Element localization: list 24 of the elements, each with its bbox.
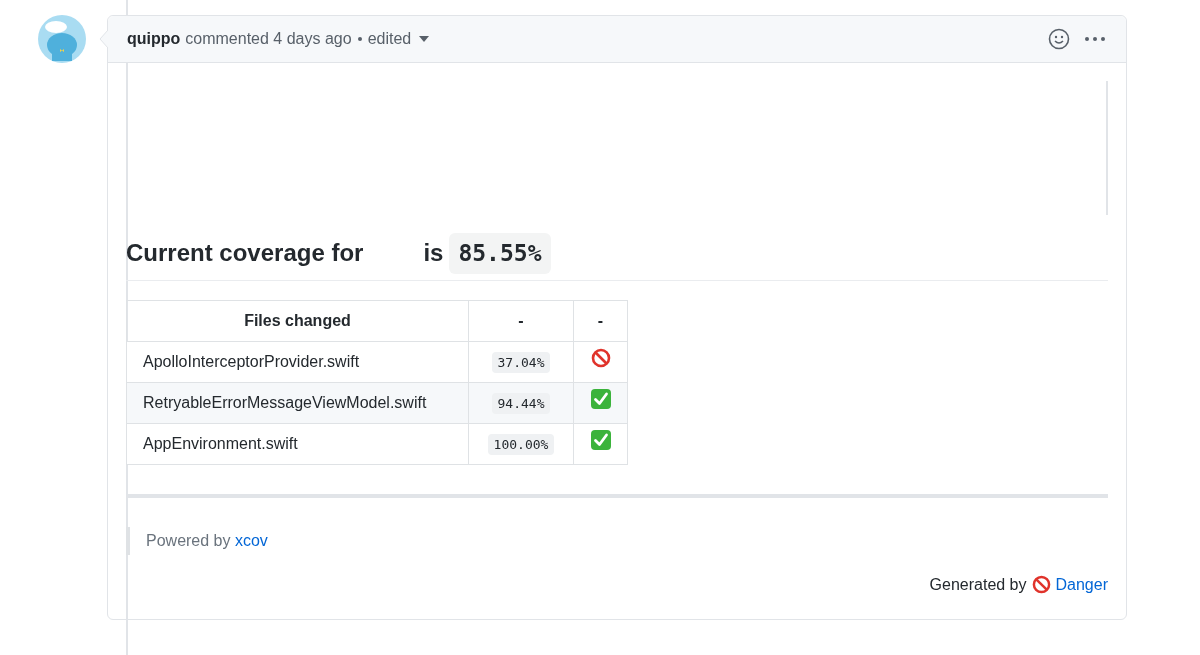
table-cell: RetryableErrorMessageViewModel.swift	[126, 382, 469, 423]
coverage-value: 100.00%	[487, 433, 555, 455]
no-entry-icon	[1031, 575, 1051, 594]
powered-by-text: Powered by xcov	[146, 530, 269, 551]
comment-meta: commented 4 days ago	[185, 29, 352, 49]
xcov-link[interactable]: xcov	[234, 531, 268, 549]
column-header: -	[468, 300, 574, 341]
more-options-icon[interactable]	[1084, 36, 1106, 42]
smiley-icon[interactable]	[1048, 28, 1070, 50]
no-entry-icon	[590, 348, 611, 368]
danger-link[interactable]: Danger	[1055, 572, 1108, 597]
coverage-heading: Current coverage for is 85.55%	[126, 233, 1108, 281]
check-mark-icon	[589, 429, 612, 451]
column-header: Files changed	[126, 300, 469, 341]
coverage-value: 37.04%	[491, 351, 551, 373]
table-cell: AppEnvironment.swift	[126, 423, 469, 464]
check-mark-icon	[589, 388, 612, 410]
table-cell: ApolloInterceptorProvider.swift	[126, 341, 469, 382]
edited-dropdown[interactable]: edited	[367, 27, 430, 51]
generated-by-text: Generated by	[929, 574, 1027, 595]
coverage-value: 94.44%	[491, 392, 551, 414]
caret-icon	[419, 36, 430, 42]
column-header: -	[573, 300, 628, 341]
author-link[interactable]: quippo	[127, 27, 181, 51]
